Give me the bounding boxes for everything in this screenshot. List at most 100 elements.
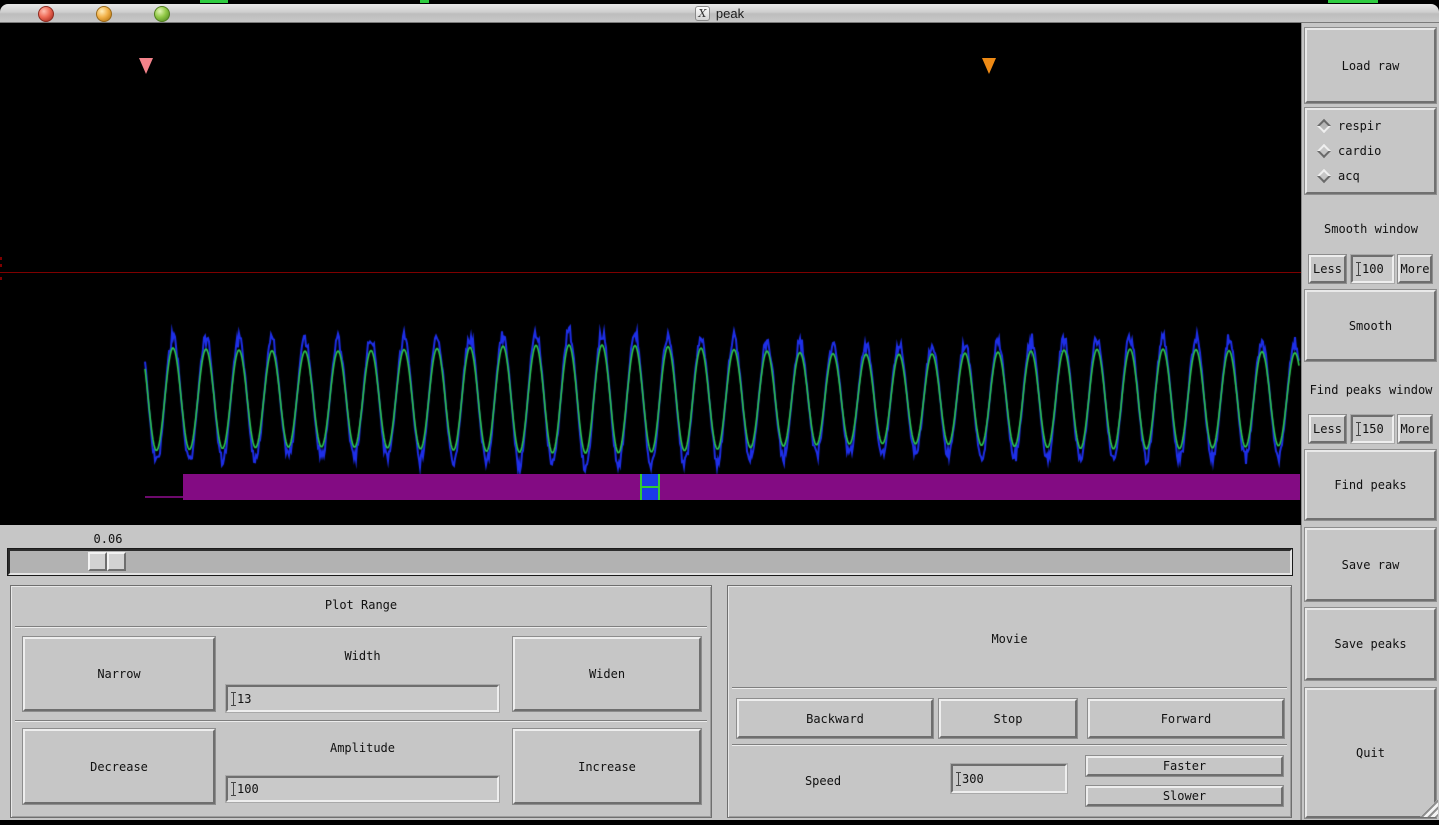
save-peaks-button[interactable]: Save peaks: [1305, 608, 1436, 680]
titlebar[interactable]: X peak: [0, 4, 1439, 23]
find-peaks-window-input[interactable]: 150: [1351, 415, 1394, 443]
faster-label: Faster: [1162, 759, 1207, 773]
waveform-canvas[interactable]: [0, 23, 1301, 525]
position-marker[interactable]: [640, 474, 660, 500]
x11-app-icon: X: [694, 5, 710, 21]
sidebar: Load raw respir cardio acq Smooth window…: [1301, 23, 1439, 820]
radio-respir[interactable]: respir: [1316, 119, 1434, 134]
radio-label: acq: [1338, 168, 1360, 183]
smooth-less-button[interactable]: Less: [1309, 255, 1346, 283]
width-value: 13: [237, 691, 252, 706]
close-button[interactable]: [38, 6, 54, 22]
event-triangle-marker: [982, 58, 996, 74]
separator: [732, 744, 1287, 746]
slider-handle[interactable]: [88, 552, 126, 571]
decrease-button[interactable]: Decrease: [23, 729, 215, 804]
position-slider[interactable]: [8, 549, 1292, 575]
axis-tick: [0, 264, 2, 267]
signal-radio-group: respir cardio acq: [1305, 108, 1436, 194]
load-raw-label: Load raw: [1341, 58, 1400, 73]
smooth-button[interactable]: Smooth: [1305, 290, 1436, 361]
increase-label: Increase: [578, 759, 636, 774]
find-peaks-window-value: 150: [1362, 422, 1384, 436]
bottom-panel: 0.06 Plot Range Narrow Width 13 Widen De…: [0, 525, 1301, 820]
amplitude-input[interactable]: 100: [226, 776, 499, 802]
find-peaks-more-button[interactable]: More: [1398, 415, 1432, 443]
radio-acq[interactable]: acq: [1316, 168, 1434, 183]
less-label: Less: [1313, 262, 1342, 276]
movie-title: Movie: [991, 632, 1028, 646]
text-cursor-icon: [231, 691, 236, 706]
background-text-fragment: [420, 0, 429, 3]
less-label: Less: [1313, 422, 1342, 436]
quit-label: Quit: [1356, 746, 1385, 760]
slider-handle-left: [88, 552, 107, 571]
width-input[interactable]: 13: [226, 685, 499, 712]
more-label: More: [1400, 262, 1430, 276]
widen-button[interactable]: Widen: [513, 637, 701, 711]
zoom-button[interactable]: [154, 6, 170, 22]
save-raw-label: Save raw: [1341, 557, 1400, 572]
slower-label: Slower: [1162, 789, 1207, 803]
minimize-button[interactable]: [96, 6, 112, 22]
stop-button[interactable]: Stop: [939, 699, 1077, 738]
separator: [15, 626, 707, 628]
smooth-window-input[interactable]: 100: [1351, 255, 1394, 283]
smooth-window-label: Smooth window: [1324, 222, 1418, 236]
separator: [732, 687, 1287, 689]
plot-range-title: Plot Range: [324, 598, 398, 612]
radio-label: cardio: [1338, 143, 1382, 158]
backward-label: Backward: [806, 711, 864, 726]
background-text-fragment: [200, 0, 228, 3]
increase-button[interactable]: Increase: [513, 729, 701, 804]
find-peaks-label: Find peaks: [1334, 478, 1407, 492]
faster-button[interactable]: Faster: [1086, 756, 1283, 776]
window-title-group: X peak: [694, 5, 744, 21]
radio-cardio[interactable]: cardio: [1316, 143, 1434, 159]
save-raw-button[interactable]: Save raw: [1305, 528, 1436, 601]
quit-button[interactable]: Quit: [1305, 688, 1436, 818]
backward-button[interactable]: Backward: [737, 699, 933, 738]
narrow-label: Narrow: [97, 667, 141, 681]
width-label: Width: [344, 649, 381, 663]
plot-range-panel: Plot Range Narrow Width 13 Widen Decreas…: [10, 585, 712, 818]
more-label: More: [1400, 422, 1430, 436]
narrow-button[interactable]: Narrow: [23, 637, 215, 711]
scale-value-label: 0.06: [93, 532, 123, 546]
speed-input[interactable]: 300: [951, 764, 1067, 793]
widen-label: Widen: [588, 667, 626, 681]
separator: [15, 720, 707, 722]
application-window: X peak Load raw respir cardio acq Smooth…: [0, 0, 1439, 825]
radio-indicator-icon: [1316, 168, 1332, 183]
signal-plot-area[interactable]: [0, 23, 1301, 525]
text-cursor-icon: [1356, 422, 1361, 436]
axis-tick: [0, 277, 2, 280]
smooth-label: Smooth: [1348, 318, 1393, 333]
forward-label: Forward: [1160, 711, 1212, 726]
text-cursor-icon: [1356, 262, 1361, 276]
save-peaks-label: Save peaks: [1334, 637, 1407, 651]
radio-indicator-icon: [1316, 119, 1332, 134]
find-peaks-less-button[interactable]: Less: [1309, 415, 1346, 443]
load-raw-button[interactable]: Load raw: [1305, 28, 1436, 103]
decrease-label: Decrease: [90, 759, 148, 774]
radio-indicator-icon: [1316, 143, 1332, 159]
slower-button[interactable]: Slower: [1086, 786, 1283, 806]
smooth-window-value: 100: [1362, 262, 1384, 276]
desktop-strip: [0, 820, 1439, 825]
movie-panel: Movie Backward Stop Forward Speed 300 Fa…: [727, 585, 1292, 818]
region-baseline: [145, 496, 183, 498]
text-cursor-icon: [231, 782, 236, 796]
text-cursor-icon: [956, 771, 961, 786]
forward-button[interactable]: Forward: [1088, 699, 1284, 738]
respir-triangle-marker: [139, 58, 153, 74]
find-peaks-window-label: Find peaks window: [1309, 383, 1433, 397]
background-text-fragment: [1328, 0, 1378, 3]
smooth-more-button[interactable]: More: [1398, 255, 1432, 283]
peak-region-bar: [183, 474, 1300, 500]
marker-midline: [640, 486, 660, 488]
amplitude-label: Amplitude: [329, 741, 396, 755]
find-peaks-button[interactable]: Find peaks: [1305, 450, 1436, 520]
radio-label: respir: [1338, 119, 1382, 134]
stop-label: Stop: [993, 711, 1023, 726]
